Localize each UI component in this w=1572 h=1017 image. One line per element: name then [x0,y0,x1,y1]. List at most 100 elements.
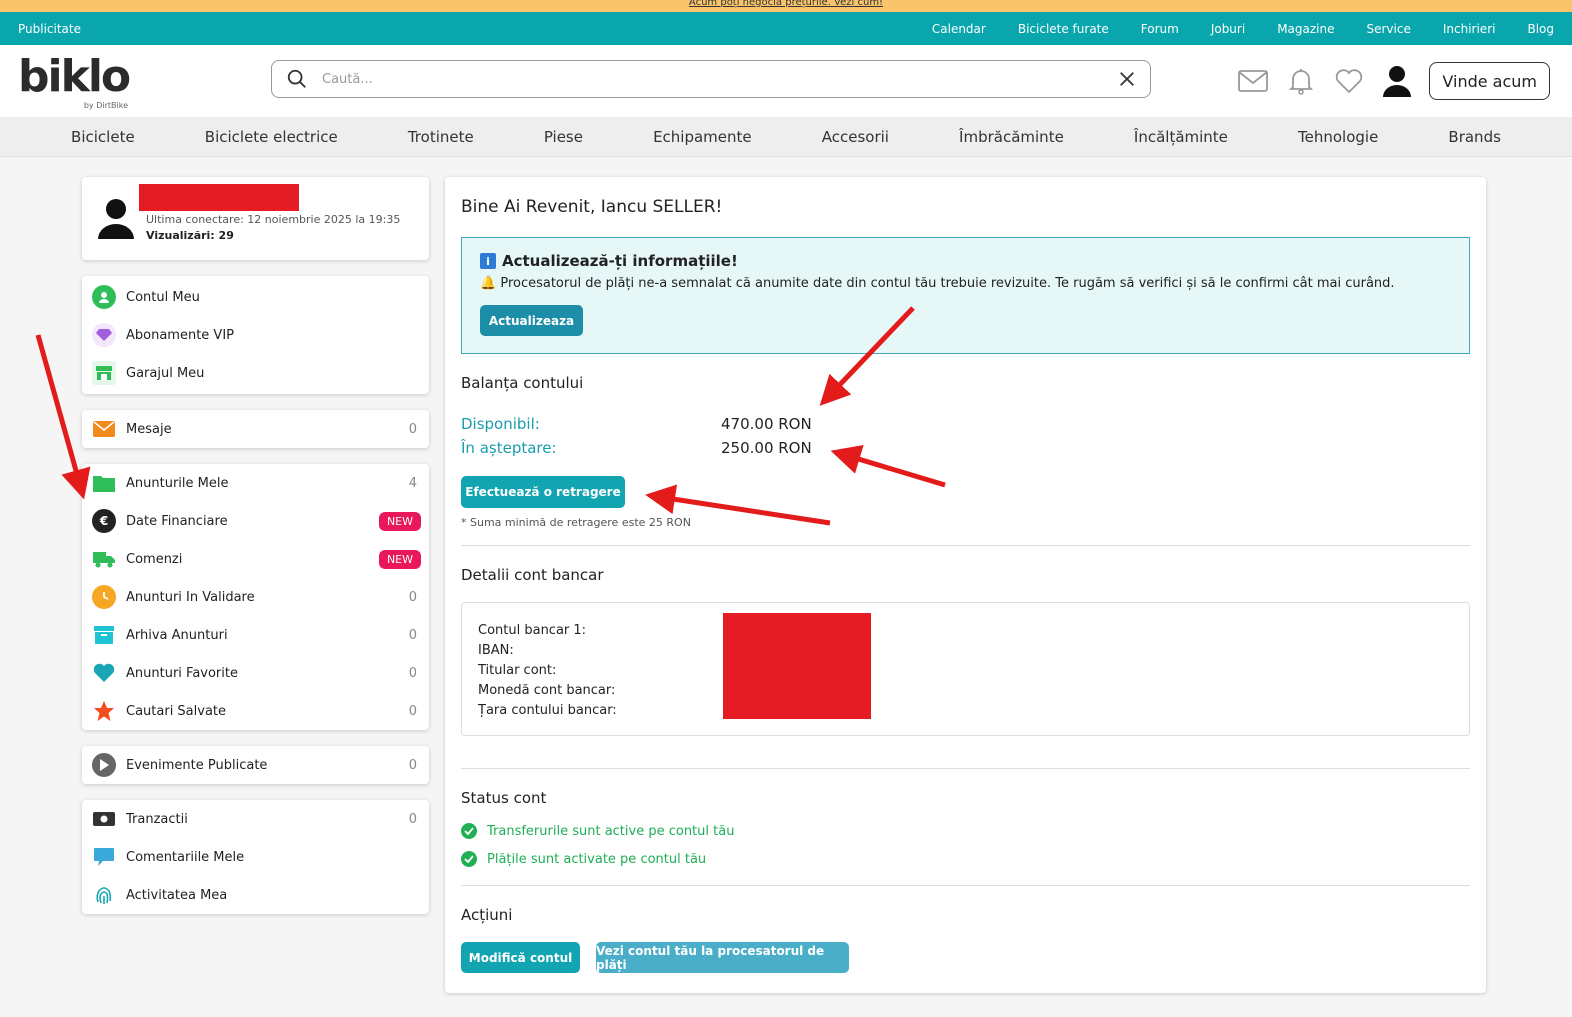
sidebar-item-saved-searches[interactable]: Cautari Salvate 0 [82,692,429,730]
sidebar-item-financial-data[interactable]: € Date Financiare NEW [82,502,429,540]
alert-title: Actualizează-ți informațiile! [502,252,738,270]
sidebar-item-messages[interactable]: Mesaje 0 [82,410,429,448]
sidebar-item-label: Activitatea Mea [126,887,228,903]
heart-icon[interactable] [1333,65,1365,97]
view-processor-account-button[interactable]: Vezi contul tău la procesatorul de plăți [596,942,849,973]
sidebar-item-my-activity[interactable]: Activitatea Mea [82,876,429,914]
mail-icon[interactable] [1237,65,1269,97]
sidebar-item-count: 4 [408,475,417,491]
sidebar-item-label: Date Financiare [126,513,228,529]
promo-link[interactable]: Acum poți negocia prețurile. Vezi cum! [689,0,883,8]
sidebar-item-published-events[interactable]: Evenimente Publicate 0 [82,746,429,784]
site-logo[interactable]: biklo by DirtBike [18,51,148,111]
update-button[interactable]: Actualizeaza [480,305,583,336]
top-link-stolen-bikes[interactable]: Biciclete furate [1018,22,1109,36]
search-input[interactable] [322,71,1118,87]
user-avatar-icon[interactable] [1381,65,1413,97]
sidebar-group-messages: Mesaje 0 [82,410,429,448]
check-circle-icon [461,823,477,839]
sidebar-item-orders[interactable]: Comenzi NEW [82,540,429,578]
sidebar-item-label: Contul Meu [126,289,200,305]
top-link-shops[interactable]: Magazine [1277,22,1334,36]
bell-icon: 🔔 [480,276,497,291]
balance-section: Disponibil: 470.00 RON În așteptare: 250.0… [461,412,1470,460]
category-brands[interactable]: Brands [1448,128,1501,146]
sidebar-item-count: 0 [408,589,417,605]
sidebar-item-label: Garajul Meu [126,365,205,381]
sidebar-item-count: 0 [408,811,417,827]
sidebar-item-my-account[interactable]: Contul Meu [82,278,429,316]
bank-field-country: Țara contului bancar: [478,703,617,718]
sidebar-item-label: Evenimente Publicate [126,757,268,773]
top-link-rentals[interactable]: Inchirieri [1443,22,1496,36]
sidebar-item-transactions[interactable]: Tranzactii 0 [82,800,429,838]
top-link-forum[interactable]: Forum [1141,22,1179,36]
advertising-link[interactable]: Publicitate [18,22,932,36]
top-link-calendar[interactable]: Calendar [932,22,986,36]
sidebar-item-count: 0 [408,627,417,643]
sidebar-item-count: 0 [408,421,417,437]
archive-icon [92,623,116,647]
category-tech[interactable]: Tehnologie [1298,128,1378,146]
status-list: Transferurile sunt active pe contul tău … [461,817,1470,873]
star-icon [92,699,116,723]
last-login: Ultima conectare: 12 noiembrie 2025 la 1… [146,213,401,226]
sidebar-item-label: Comentariile Mele [126,849,245,865]
pending-value: 250.00 RON [721,439,812,457]
sell-now-button[interactable]: Vinde acum [1429,62,1550,100]
sidebar-group-activity: Tranzactii 0 Comentariile Mele Activitate… [82,800,429,914]
pending-label: În așteptare: [461,439,557,457]
main-panel: Bine Ai Revenit, Iancu SELLER! i Actualiz… [445,177,1486,993]
bank-field-currency: Monedă cont bancar: [478,683,616,698]
new-badge: NEW [378,511,421,531]
new-badge: NEW [378,549,421,569]
promo-banner[interactable]: Acum poți negocia prețurile. Vezi cum! [0,0,1572,12]
sidebar-item-archive[interactable]: Arhiva Anunturi 0 [82,616,429,654]
top-link-blog[interactable]: Blog [1527,22,1554,36]
logo-byline: by DirtBike [83,101,128,110]
sidebar-item-pending-validation[interactable]: Anunturi In Validare 0 [82,578,429,616]
sidebar-item-vip[interactable]: Abonamente VIP [82,316,429,354]
modify-account-button[interactable]: Modifică contul [461,942,580,973]
clear-search-icon[interactable] [1118,70,1136,88]
category-scooters[interactable]: Trotinete [408,128,474,146]
sidebar-item-favorites[interactable]: Anunturi Favorite 0 [82,654,429,692]
sidebar-item-label: Comenzi [126,551,183,567]
bank-details-box: Contul bancar 1: IBAN: Titular cont: Mon… [461,602,1470,736]
header-actions: Vinde acum [1237,62,1550,100]
play-icon [92,753,116,777]
category-clothing[interactable]: Îmbrăcăminte [959,128,1064,146]
info-icon: i [480,253,496,269]
category-bikes[interactable]: Biciclete [71,128,135,146]
arrow-to-financial-data [35,334,91,500]
withdraw-note: * Suma minimă de retragere este 25 RON [461,516,691,529]
category-parts[interactable]: Piese [544,128,583,146]
sidebar-item-garage[interactable]: Garajul Meu [82,354,429,392]
category-footwear[interactable]: Încălțăminte [1134,128,1228,146]
bank-field-iban: IBAN: [478,643,514,658]
top-link-jobs[interactable]: Joburi [1211,22,1245,36]
sidebar-item-label: Tranzactii [126,811,188,827]
euro-icon: € [92,509,116,533]
balance-title: Balanța contului [461,374,584,392]
top-link-service[interactable]: Service [1367,22,1411,36]
sidebar-item-label: Arhiva Anunturi [126,627,228,643]
actions-title: Acțiuni [461,906,513,924]
sidebar-item-my-listings[interactable]: Anunturile Mele 4 [82,464,429,502]
bank-details-title: Detalii cont bancar [461,566,604,584]
profile-avatar-icon [98,199,134,239]
category-ebikes[interactable]: Biciclete electrice [205,128,338,146]
pending-row: În așteptare: 250.00 RON [461,436,1470,460]
withdraw-button[interactable]: Efectuează o retragere [461,476,625,508]
category-equipment[interactable]: Echipamente [653,128,752,146]
garage-icon [92,361,116,385]
fingerprint-icon [92,883,116,907]
sidebar-item-my-comments[interactable]: Comentariile Mele [82,838,429,876]
search-icon[interactable] [286,68,308,90]
top-bar: Publicitate Calendar Biciclete furate Fo… [0,12,1572,45]
status-text: Plățile sunt activate pe contul tău [487,851,707,867]
category-accessories[interactable]: Accesorii [822,128,889,146]
bell-icon[interactable] [1285,65,1317,97]
clock-icon [92,585,116,609]
available-row: Disponibil: 470.00 RON [461,412,1470,436]
